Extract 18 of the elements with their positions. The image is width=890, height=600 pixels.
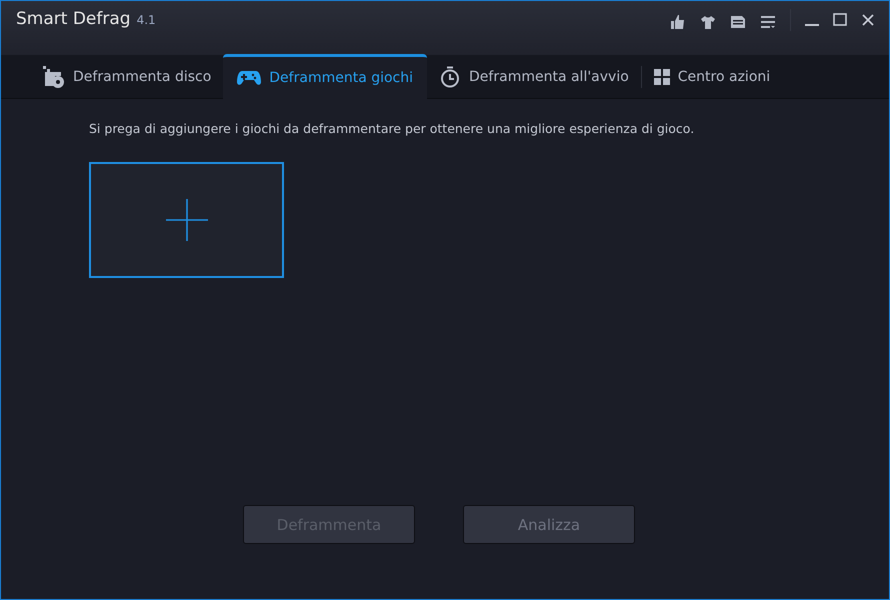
grid-icon bbox=[654, 69, 670, 85]
shirt-icon[interactable] bbox=[700, 14, 716, 30]
plus-icon bbox=[166, 199, 208, 241]
tab[interactable]: Centro azioni bbox=[642, 55, 782, 99]
menu-icon[interactable] bbox=[760, 14, 776, 30]
close-icon[interactable] bbox=[861, 13, 875, 27]
gamepad-icon bbox=[237, 69, 262, 87]
maximize-icon[interactable] bbox=[833, 13, 847, 27]
disk-icon bbox=[41, 65, 65, 89]
instruction-text: Si prega di aggiungere i giochi da deframmentare per ottenere una migliore esperienza di gioco. bbox=[89, 121, 696, 136]
tab[interactable]: Deframmenta all'avvio bbox=[427, 55, 641, 99]
thumbs-up-icon[interactable] bbox=[670, 14, 686, 30]
document-icon[interactable] bbox=[730, 14, 746, 30]
tab[interactable]: Deframmenta disco bbox=[29, 55, 224, 99]
add-game-button[interactable] bbox=[89, 162, 284, 278]
tab[interactable]: Deframmenta giochi bbox=[223, 54, 428, 99]
stopwatch-icon bbox=[439, 66, 462, 88]
window-title: Smart Defrag 4.1 bbox=[16, 9, 157, 29]
